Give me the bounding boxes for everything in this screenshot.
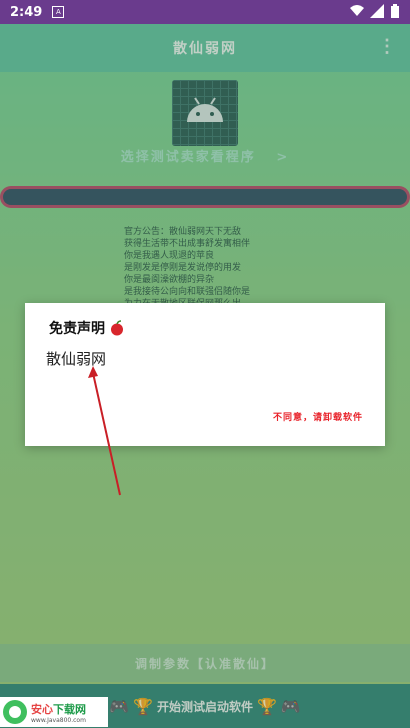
watermark-title-a: 安心	[31, 702, 53, 716]
annotation-arrow	[88, 366, 121, 496]
watermark-logo-icon	[3, 700, 27, 724]
watermark-url: www.Java800.com	[31, 716, 86, 724]
watermark-logo: 安心下载网 www.Java800.com	[0, 697, 108, 727]
watermark-title-b: 下载网	[53, 702, 86, 716]
